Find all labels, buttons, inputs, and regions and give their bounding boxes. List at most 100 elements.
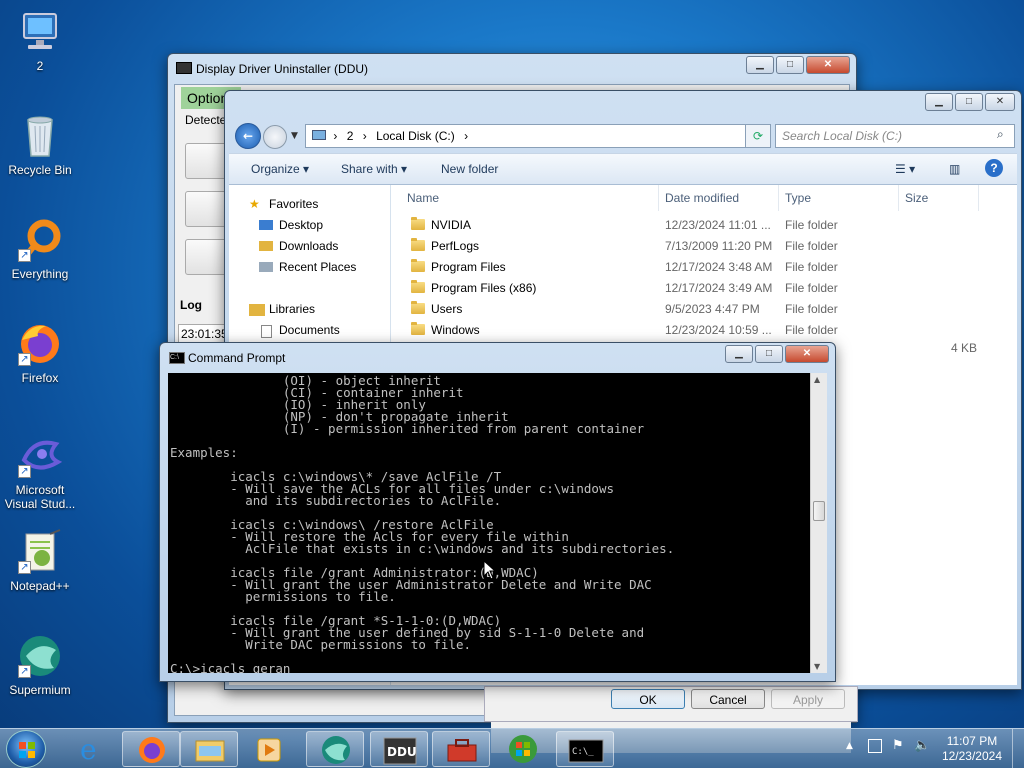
taskbar-firefox[interactable]	[122, 731, 180, 767]
breadcrumb-sep: ›	[333, 129, 338, 143]
scroll-down-icon[interactable]: ▼	[814, 662, 820, 671]
recycle-bin-icon	[16, 112, 64, 160]
taskbar-toolbox[interactable]	[432, 731, 490, 767]
volume-muted-icon[interactable]: 🔈	[914, 738, 930, 753]
svg-text:e: e	[80, 733, 97, 766]
notepadpp-icon: ↗	[16, 528, 64, 576]
desktop-icon-label: 2	[36, 59, 44, 73]
cmd-window[interactable]: C:\ Command Prompt ▁ □ ✕ (OI) - object i…	[159, 342, 836, 682]
ddu-dialog-buttons: OK Cancel Apply	[484, 686, 858, 722]
start-button[interactable]	[6, 730, 46, 768]
ok-button[interactable]: OK	[611, 689, 685, 709]
minimize-button[interactable]: ▁	[725, 345, 753, 363]
maximize-button[interactable]: □	[755, 345, 783, 363]
scroll-thumb[interactable]	[813, 501, 825, 521]
refresh-icon[interactable]: ⟳	[745, 124, 771, 148]
nav-desktop[interactable]: Desktop	[279, 218, 323, 232]
show-hidden-icons-button[interactable]: ▲	[846, 741, 853, 751]
new-folder-button[interactable]: New folder	[441, 162, 498, 176]
taskbar-cmd[interactable]: C:\_	[556, 731, 614, 767]
computer-icon	[312, 130, 326, 140]
maximize-button[interactable]: □	[776, 56, 804, 74]
desktop-icon-computer[interactable]: 2	[0, 8, 80, 73]
file-name: Program Files (x86)	[431, 281, 537, 295]
file-date: 12/17/2024 3:48 AM	[665, 260, 773, 274]
apply-button[interactable]: Apply	[771, 689, 845, 709]
file-date: 12/23/2024 11:01 ...	[665, 218, 771, 232]
file-row[interactable]: Users 9/5/2023 4:47 PM File folder	[401, 299, 1001, 320]
file-row[interactable]: Windows 12/23/2024 10:59 ... File folder	[401, 320, 1001, 341]
desktop-icon-everything[interactable]: ↗ Everything	[0, 216, 80, 281]
minimize-button[interactable]: ▁	[925, 93, 953, 111]
close-button[interactable]: ✕	[806, 56, 850, 74]
explorer-icon	[195, 740, 225, 762]
search-input[interactable]: Search Local Disk (C:)	[775, 124, 1015, 148]
show-desktop-button[interactable]	[1012, 729, 1024, 768]
column-date-modified[interactable]: Date modified	[659, 185, 779, 211]
share-with-button[interactable]: Share with ▾	[341, 162, 407, 176]
file-name: Program Files	[431, 260, 506, 274]
search-icon[interactable]: ⌕	[997, 127, 1004, 142]
file-date: 9/5/2023 4:47 PM	[665, 302, 760, 316]
column-size[interactable]: Size	[899, 185, 979, 211]
help-icon[interactable]: ?	[985, 159, 1003, 177]
view-options-icon[interactable]: ☰ ▾	[895, 162, 915, 176]
organize-button[interactable]: Organize ▾	[251, 162, 309, 176]
nav-documents[interactable]: Documents	[279, 323, 340, 337]
breadcrumb-item[interactable]: 2	[347, 129, 354, 143]
taskbar-media-player[interactable]	[240, 731, 298, 767]
taskbar-clock[interactable]: 11:07 PM 12/23/2024	[942, 734, 1002, 764]
file-name: NVIDIA	[431, 218, 472, 232]
close-button[interactable]: ✕	[785, 345, 829, 363]
taskbar-ddu[interactable]: DDU	[370, 731, 428, 767]
desktop-icon-notepadpp[interactable]: ↗ Notepad++	[0, 528, 80, 593]
file-row[interactable]: Program Files 12/17/2024 3:48 AM File fo…	[401, 257, 1001, 278]
desktop-icon-supermium[interactable]: ↗ Supermium	[0, 632, 80, 697]
close-button[interactable]: ✕	[985, 93, 1015, 111]
minimize-button[interactable]: ▁	[746, 56, 774, 74]
forward-button[interactable]	[263, 125, 287, 149]
network-icon[interactable]	[868, 739, 882, 753]
action-center-flag-icon[interactable]: ⚑	[892, 738, 904, 753]
desktop-icon-visual-studio[interactable]: ↗ Microsoft Visual Stud...	[0, 432, 80, 511]
breadcrumb-sep: ›	[464, 129, 469, 143]
nav-favorites[interactable]: Favorites	[269, 197, 318, 211]
file-type: File folder	[785, 281, 838, 295]
nav-libraries[interactable]: Libraries	[269, 302, 315, 316]
taskbar-ie[interactable]: e	[62, 731, 120, 767]
cmd-titlebar[interactable]: C:\ Command Prompt ▁ □ ✕	[160, 343, 835, 373]
shortcut-arrow-icon: ↗	[18, 353, 31, 366]
ddu-titlebar[interactable]: Display Driver Uninstaller (DDU) ▁ □ ✕	[168, 54, 856, 84]
desktop-icon-label: Microsoft Visual Stud...	[4, 483, 76, 511]
back-button[interactable]: ←	[235, 123, 261, 149]
cmd-console[interactable]: (OI) - object inherit (CI) - container i…	[168, 373, 810, 673]
nav-downloads[interactable]: Downloads	[279, 239, 338, 253]
ddu-detected-label: Detecte	[185, 113, 227, 127]
nav-recent-places[interactable]: Recent Places	[279, 260, 356, 274]
desktop-icon-firefox[interactable]: ↗ Firefox	[0, 320, 80, 385]
scroll-up-icon[interactable]: ▲	[814, 375, 820, 384]
taskbar-supermium[interactable]	[306, 731, 364, 767]
recent-pages-dropdown[interactable]: ▼	[291, 131, 298, 141]
desktop-icon-recycle-bin[interactable]: Recycle Bin	[0, 112, 80, 177]
cmd-app-icon: C:\	[169, 352, 185, 364]
favorites-star-icon: ★	[249, 197, 260, 211]
explorer-titlebar[interactable]: ▁ □ ✕	[225, 91, 1021, 121]
taskbar-windows-app[interactable]	[494, 731, 552, 767]
preview-pane-icon[interactable]: ▥	[949, 162, 960, 176]
desktop-icon-label: Notepad++	[10, 579, 70, 593]
breadcrumb-item[interactable]: Local Disk (C:)	[376, 129, 455, 143]
address-bar[interactable]: › 2 › Local Disk (C:) › ▼	[305, 124, 767, 148]
file-row[interactable]: PerfLogs 7/13/2009 11:20 PM File folder	[401, 236, 1001, 257]
clock-date: 12/23/2024	[941, 749, 1002, 763]
file-row[interactable]: NVIDIA 12/23/2024 11:01 ... File folder	[401, 215, 1001, 236]
column-name[interactable]: Name	[401, 185, 659, 211]
taskbar-explorer[interactable]	[180, 731, 238, 767]
folder-icon	[411, 322, 425, 335]
column-type[interactable]: Type	[779, 185, 899, 211]
cancel-button[interactable]: Cancel	[691, 689, 765, 709]
file-row[interactable]: Program Files (x86) 12/17/2024 3:49 AM F…	[401, 278, 1001, 299]
maximize-button[interactable]: □	[955, 93, 983, 111]
cmd-scrollbar[interactable]: ▲ ▼	[810, 373, 827, 673]
ddu-app-icon	[176, 62, 192, 74]
